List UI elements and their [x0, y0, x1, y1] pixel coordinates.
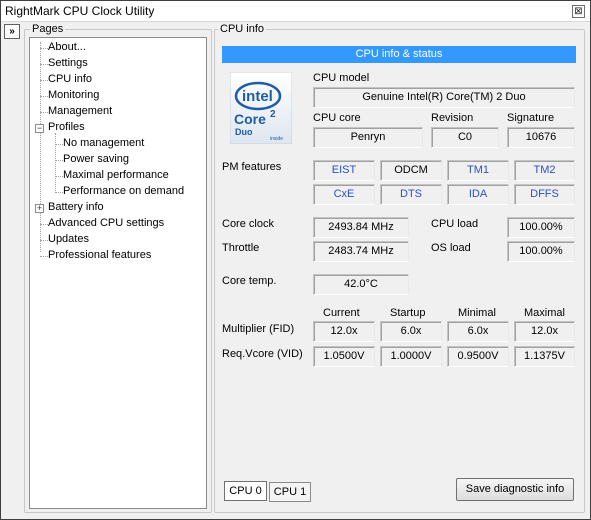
core-clock-value: 2493.84 MHz	[313, 217, 409, 238]
revision-value: C0	[431, 127, 499, 148]
tree-item-no-management[interactable]: No management	[63, 137, 144, 149]
pages-label: Pages	[30, 23, 66, 35]
intel-logo-graphic: intel Core 2 Duo inside	[229, 71, 293, 145]
vcore-minimal: 0.9500V	[447, 346, 509, 367]
logo-brand: intel	[242, 88, 273, 105]
tree-connector	[55, 192, 63, 193]
tree-item-cpu-info[interactable]: CPU info	[48, 73, 92, 85]
cpu-core-label: CPU core	[313, 112, 361, 124]
revision-label: Revision	[431, 112, 474, 124]
pages-tree: About... Settings CPU info Monitoring Ma…	[29, 37, 207, 509]
profiles-collapse-icon[interactable]: −	[35, 124, 44, 133]
tree-connector	[40, 64, 48, 65]
multiplier-startup: 6.0x	[380, 321, 442, 342]
tree-item-maximal-performance[interactable]: Maximal performance	[63, 169, 169, 181]
core-temp-value: 42.0°C	[313, 274, 409, 295]
tree-connector	[40, 224, 48, 225]
pm-features-label: PM features	[222, 161, 282, 173]
tree-item-monitoring[interactable]: Monitoring	[48, 89, 99, 101]
cpu-model-label: CPU model	[313, 72, 370, 84]
tab-cpu-1[interactable]: CPU 1	[269, 482, 311, 502]
os-load-label: OS load	[431, 242, 471, 254]
tree-connector	[40, 112, 48, 113]
tree-connector	[55, 160, 63, 161]
logo-line1: Core	[234, 111, 266, 127]
tree-item-settings[interactable]: Settings	[48, 57, 88, 69]
cpu-core-value: Penryn	[313, 127, 423, 148]
logo-sup: 2	[270, 109, 276, 120]
tree-connector	[40, 96, 48, 97]
tree-item-updates[interactable]: Updates	[48, 233, 89, 245]
pm-feature-eist: EIST	[313, 160, 375, 181]
pm-feature-dts: DTS	[380, 184, 442, 205]
os-load-value: 100.00%	[507, 241, 575, 262]
signature-label: Signature	[507, 112, 555, 124]
tree-item-professional-features[interactable]: Professional features	[48, 249, 151, 261]
tree-item-profiles[interactable]: Profiles	[48, 121, 85, 133]
close-icon[interactable]: ⊠	[572, 5, 585, 18]
vcore-current: 1.0500V	[313, 346, 375, 367]
header-maximal: Maximal	[524, 307, 565, 319]
tree-item-about[interactable]: About...	[48, 41, 86, 53]
logo-line2: Duo	[235, 127, 253, 137]
multiplier-label: Multiplier (FID)	[222, 323, 295, 335]
vcore-startup: 1.0000V	[380, 346, 442, 367]
tab-cpu-0[interactable]: CPU 0	[224, 481, 267, 501]
title-bar: RightMark CPU Clock Utility ⊠	[1, 1, 590, 22]
header-current: Current	[323, 307, 360, 319]
core-temp-label: Core temp.	[222, 275, 277, 287]
multiplier-minimal: 6.0x	[447, 321, 509, 342]
tree-item-performance-on-demand[interactable]: Performance on demand	[63, 185, 184, 197]
pm-feature-tm1: TM1	[447, 160, 509, 181]
pm-feature-tm2: TM2	[514, 160, 575, 181]
intel-core2-duo-logo: intel Core 2 Duo inside	[229, 71, 293, 145]
vcore-maximal: 1.1375V	[514, 346, 575, 367]
tree-connector	[55, 176, 63, 177]
header-startup: Startup	[390, 307, 426, 319]
header-minimal: Minimal	[458, 307, 496, 319]
throttle-value: 2483.74 MHz	[313, 241, 409, 262]
tree-item-management[interactable]: Management	[48, 105, 112, 117]
tree-connector	[40, 42, 41, 252]
cpu-load-value: 100.00%	[507, 217, 575, 238]
cpu-model-value: Genuine Intel(R) Core(TM) 2 Duo	[313, 87, 575, 108]
cpu-info-banner: CPU info & status	[222, 46, 576, 63]
vcore-label: Req.Vcore (VID)	[222, 348, 303, 360]
pm-feature-dffs: DFFS	[514, 184, 575, 205]
multiplier-maximal: 12.0x	[514, 321, 575, 342]
collapse-pages-button[interactable]: »	[4, 24, 20, 39]
window-title: RightMark CPU Clock Utility	[5, 4, 155, 18]
tree-connector	[40, 80, 48, 81]
pm-feature-odcm: ODCM	[380, 160, 442, 181]
core-clock-label: Core clock	[222, 218, 274, 230]
signature-value: 10676	[507, 127, 575, 148]
main-window: RightMark CPU Clock Utility ⊠ » Pages Ab…	[0, 0, 591, 520]
cpu-info-group-label: CPU info	[218, 23, 267, 35]
tree-connector	[55, 133, 56, 193]
tree-connector	[40, 256, 48, 257]
logo-tag: inside	[270, 136, 283, 142]
tree-connector	[40, 48, 48, 49]
save-diagnostic-info-button[interactable]: Save diagnostic info	[456, 478, 574, 501]
pm-feature-cxe: CxE	[313, 184, 375, 205]
multiplier-current: 12.0x	[313, 321, 375, 342]
tree-item-advanced-cpu-settings[interactable]: Advanced CPU settings	[48, 217, 164, 229]
tree-connector	[55, 144, 63, 145]
tree-item-battery-info[interactable]: Battery info	[48, 201, 104, 213]
tree-item-power-saving[interactable]: Power saving	[63, 153, 129, 165]
tree-connector	[40, 240, 48, 241]
throttle-label: Throttle	[222, 242, 260, 254]
pm-feature-ida: IDA	[447, 184, 509, 205]
cpu-load-label: CPU load	[431, 218, 479, 230]
battery-expand-icon[interactable]: +	[35, 204, 44, 213]
